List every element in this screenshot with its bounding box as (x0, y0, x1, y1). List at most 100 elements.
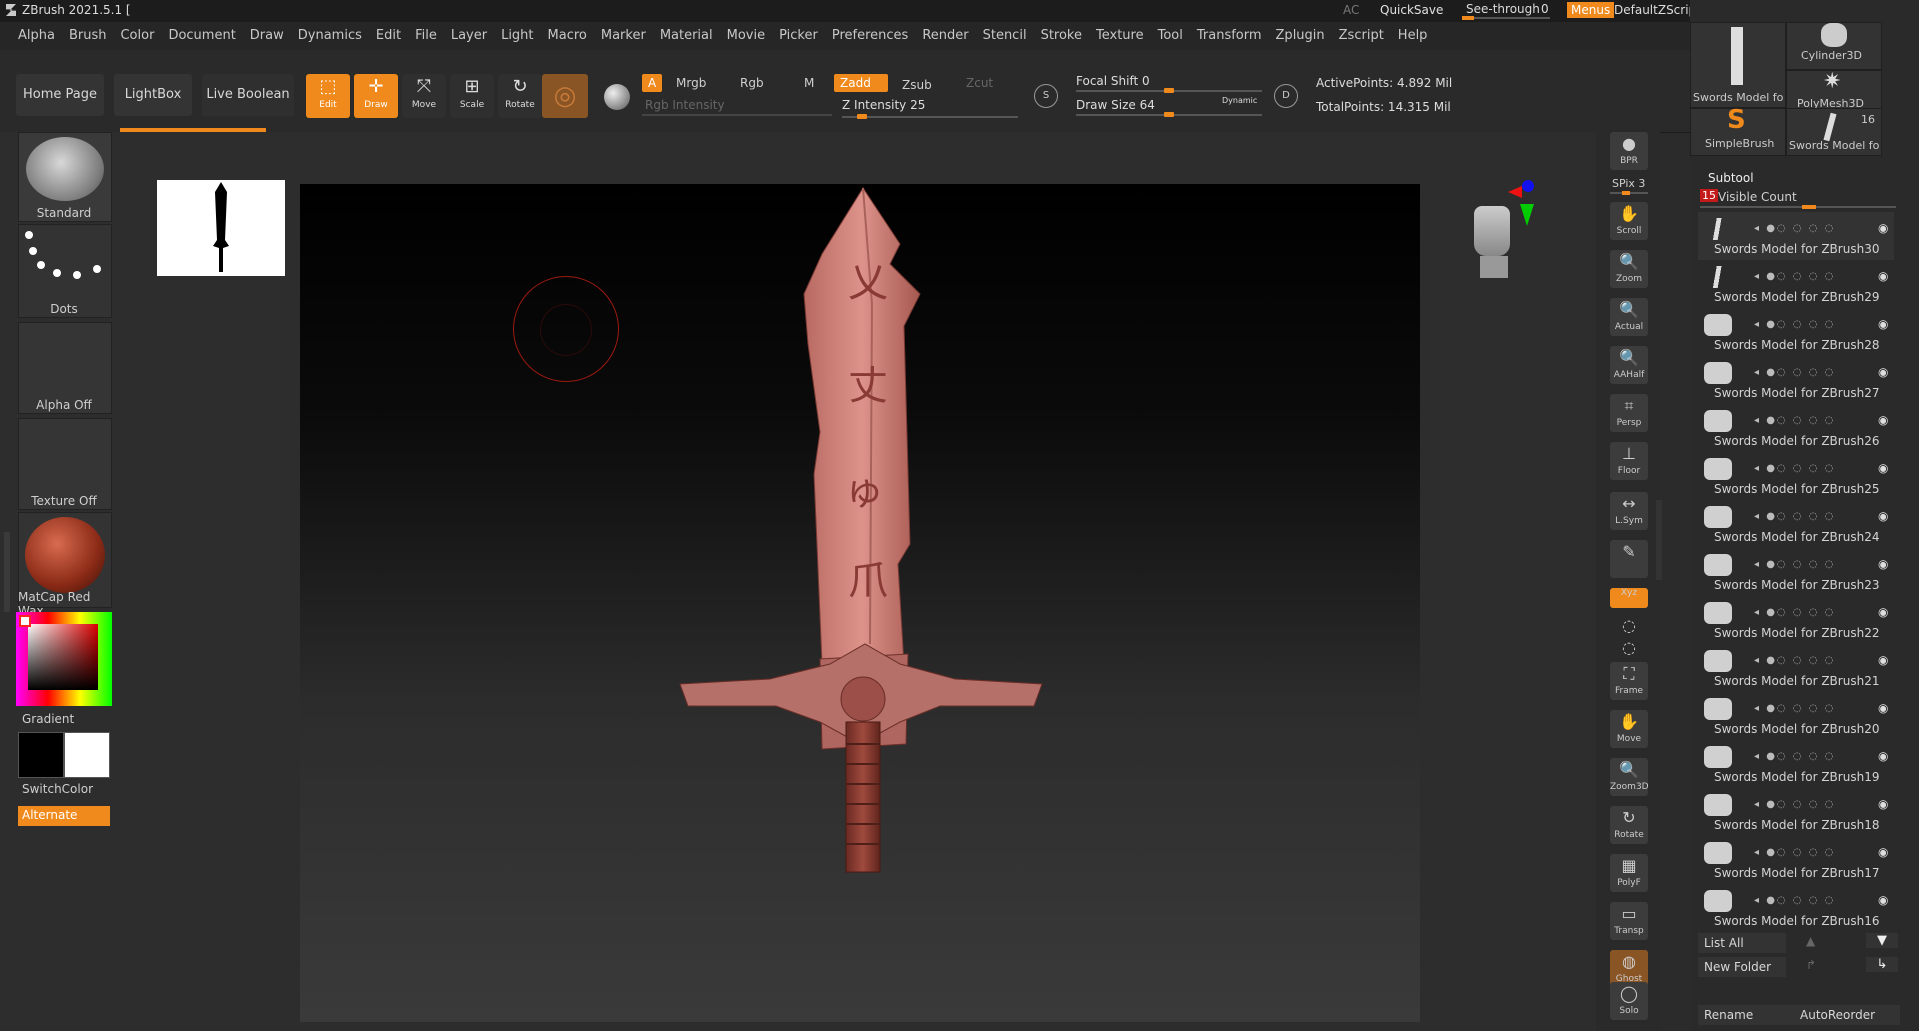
orientation-gizmo[interactable] (1470, 180, 1534, 300)
ac-label[interactable]: AC (1343, 3, 1359, 17)
visibility-eye-icon[interactable]: ◉ (1878, 317, 1888, 331)
subtool-toggles[interactable]: ◂ ●◌ ◌ ◌ ◌ (1754, 847, 1835, 858)
menu-item-5[interactable]: Dynamics (298, 22, 362, 50)
visibility-eye-icon[interactable]: ◉ (1878, 605, 1888, 619)
new-folder-button[interactable]: New Folder (1698, 957, 1786, 977)
rename-button[interactable]: Rename (1698, 1005, 1794, 1025)
tool-thumb-swords-2[interactable]: 16 Swords Model fo (1786, 108, 1882, 156)
subtool-row[interactable]: ◂ ●◌ ◌ ◌ ◌ ◉ Swords Model for ZBrush18 (1698, 788, 1894, 836)
spix-label[interactable]: SPix 3 (1612, 177, 1645, 190)
move-up-icon[interactable]: ↱ (1806, 958, 1816, 972)
rgb-intensity-label[interactable]: Rgb Intensity (645, 98, 725, 112)
spix-slider[interactable] (1610, 191, 1648, 195)
z-intensity-handle[interactable] (857, 114, 867, 119)
autoreorder-button[interactable]: AutoReorder (1794, 1005, 1900, 1025)
view-button-3[interactable]: 🔍 Actual (1610, 298, 1648, 336)
menu-item-2[interactable]: Color (120, 22, 154, 50)
color-picker-field[interactable] (28, 624, 98, 690)
gradient-label[interactable]: Gradient (22, 712, 74, 726)
primary-color-swatch[interactable] (18, 732, 64, 778)
z-intensity-slider[interactable] (842, 114, 1018, 119)
menu-item-19[interactable]: Texture (1096, 22, 1144, 50)
view-button-14[interactable]: 🔍 Zoom3D (1610, 758, 1649, 796)
tool-thumb-swords-1[interactable]: Swords Model fo (1690, 22, 1786, 108)
tool-thumb-cylinder3d[interactable]: Cylinder3D (1786, 22, 1882, 70)
m-button[interactable]: M (798, 74, 820, 92)
subtool-toggles[interactable]: ◂ ●◌ ◌ ◌ ◌ (1754, 271, 1835, 282)
subtool-row[interactable]: ◂ ●◌ ◌ ◌ ◌ ◉ Swords Model for ZBrush29 (1698, 260, 1894, 308)
view-button-10[interactable]: ◌ (1610, 614, 1648, 635)
zsub-button[interactable]: Zsub (896, 76, 938, 94)
view-button-8[interactable]: ✎ (1610, 540, 1648, 578)
subtool-toggles[interactable]: ◂ ●◌ ◌ ◌ ◌ (1754, 703, 1835, 714)
viewport-canvas[interactable]: 乂 丈 ゅ 爪 (300, 184, 1420, 1022)
navigator-thumbnail[interactable] (157, 180, 285, 276)
menu-item-4[interactable]: Draw (250, 22, 284, 50)
subtool-toggles[interactable]: ◂ ●◌ ◌ ◌ ◌ (1754, 751, 1835, 762)
visibility-eye-icon[interactable]: ◉ (1878, 269, 1888, 283)
view-button-9[interactable]: Xyz (1610, 588, 1648, 608)
tool-button-0[interactable]: ⬚ Edit (306, 74, 350, 118)
subtool-row[interactable]: ◂ ●◌ ◌ ◌ ◌ ◉ Swords Model for ZBrush17 (1698, 836, 1894, 884)
switchcolor-button[interactable]: SwitchColor (22, 782, 93, 796)
subtool-row[interactable]: ◂ ●◌ ◌ ◌ ◌ ◉ Swords Model for ZBrush20 (1698, 692, 1894, 740)
subtool-toggles[interactable]: ◂ ●◌ ◌ ◌ ◌ (1754, 559, 1835, 570)
view-button-13[interactable]: ✋ Move (1610, 710, 1648, 748)
view-button-12[interactable]: ⛶ Frame (1610, 662, 1648, 700)
subtool-toggles[interactable]: ◂ ●◌ ◌ ◌ ◌ (1754, 607, 1835, 618)
visibility-eye-icon[interactable]: ◉ (1878, 557, 1888, 571)
visibility-eye-icon[interactable]: ◉ (1878, 413, 1888, 427)
visibility-eye-icon[interactable]: ◉ (1878, 365, 1888, 379)
subtool-toggles[interactable]: ◂ ●◌ ◌ ◌ ◌ (1754, 799, 1835, 810)
home-page-button[interactable]: Home Page (16, 74, 104, 116)
menu-item-9[interactable]: Light (501, 22, 533, 50)
defaultzscript-button[interactable]: DefaultZScript (1614, 3, 1701, 17)
subtool-title[interactable]: Subtool (1708, 171, 1754, 185)
view-button-7[interactable]: ↔ L.Sym (1610, 492, 1648, 530)
left-tray-collapse-handle[interactable] (4, 532, 10, 612)
subtool-row[interactable]: ◂ ●◌ ◌ ◌ ◌ ◉ Swords Model for ZBrush23 (1698, 548, 1894, 596)
menu-item-0[interactable]: Alpha (18, 22, 55, 50)
subtool-toggles[interactable]: ◂ ●◌ ◌ ◌ ◌ (1754, 367, 1835, 378)
view-button-15[interactable]: ↻ Rotate (1610, 806, 1648, 844)
visibility-eye-icon[interactable]: ◉ (1878, 749, 1888, 763)
menu-item-10[interactable]: Macro (548, 22, 587, 50)
focal-shift-label[interactable]: Focal Shift 0 (1076, 74, 1150, 88)
sphere-toggle-icon[interactable] (604, 84, 630, 110)
menu-item-14[interactable]: Picker (779, 22, 818, 50)
move-down-icon[interactable]: ↳ (1866, 957, 1898, 972)
focal-shift-slider[interactable] (1076, 88, 1262, 93)
view-button-11[interactable]: ◌ (1610, 636, 1648, 657)
zcut-button[interactable]: Zcut (960, 74, 999, 92)
focal-shift-icon[interactable]: S (1034, 84, 1058, 108)
menu-item-1[interactable]: Brush (69, 22, 107, 50)
visibility-eye-icon[interactable]: ◉ (1878, 509, 1888, 523)
menu-item-13[interactable]: Movie (727, 22, 765, 50)
visible-count-slider[interactable] (1700, 205, 1896, 209)
subtool-row[interactable]: ◂ ●◌ ◌ ◌ ◌ ◉ Swords Model for ZBrush28 (1698, 308, 1894, 356)
rgb-button[interactable]: Rgb (734, 74, 770, 92)
menu-item-15[interactable]: Preferences (832, 22, 908, 50)
live-boolean-button[interactable]: Live Boolean (202, 74, 294, 116)
subtool-toggles[interactable]: ◂ ●◌ ◌ ◌ ◌ (1754, 319, 1835, 330)
subtool-row[interactable]: ◂ ●◌ ◌ ◌ ◌ ◉ Swords Model for ZBrush19 (1698, 740, 1894, 788)
view-button-0[interactable]: ● BPR (1610, 132, 1648, 170)
view-button-6[interactable]: ⊥ Floor (1610, 442, 1648, 480)
visibility-eye-icon[interactable]: ◉ (1878, 221, 1888, 235)
secondary-color-swatch[interactable] (64, 732, 110, 778)
view-button-2[interactable]: 🔍 Zoom (1610, 250, 1648, 288)
view-button-17[interactable]: ▭ Transp (1610, 902, 1648, 940)
subtool-row[interactable]: ◂ ●◌ ◌ ◌ ◌ ◉ Swords Model for ZBrush16 (1698, 884, 1894, 932)
right-tray-collapse-handle[interactable] (1656, 500, 1662, 580)
material-sphere-button[interactable]: ◎ (542, 74, 588, 118)
tool-button-2[interactable]: ⤧ Move (402, 74, 446, 118)
subtool-row[interactable]: ◂ ●◌ ◌ ◌ ◌ ◉ Swords Model for ZBrush27 (1698, 356, 1894, 404)
view-button-5[interactable]: ⌗ Persp (1610, 394, 1648, 432)
visibility-eye-icon[interactable]: ◉ (1878, 653, 1888, 667)
subtool-row[interactable]: ◂ ●◌ ◌ ◌ ◌ ◉ Swords Model for ZBrush25 (1698, 452, 1894, 500)
view-button-19[interactable]: ◯ Solo (1610, 982, 1648, 1020)
subtool-row[interactable]: ◂ ●◌ ◌ ◌ ◌ ◉ Swords Model for ZBrush30 (1698, 212, 1894, 260)
tool-button-4[interactable]: ↻ Rotate (498, 74, 542, 118)
z-intensity-label[interactable]: Z Intensity 25 (842, 98, 925, 112)
menu-item-22[interactable]: Zplugin (1276, 22, 1325, 50)
